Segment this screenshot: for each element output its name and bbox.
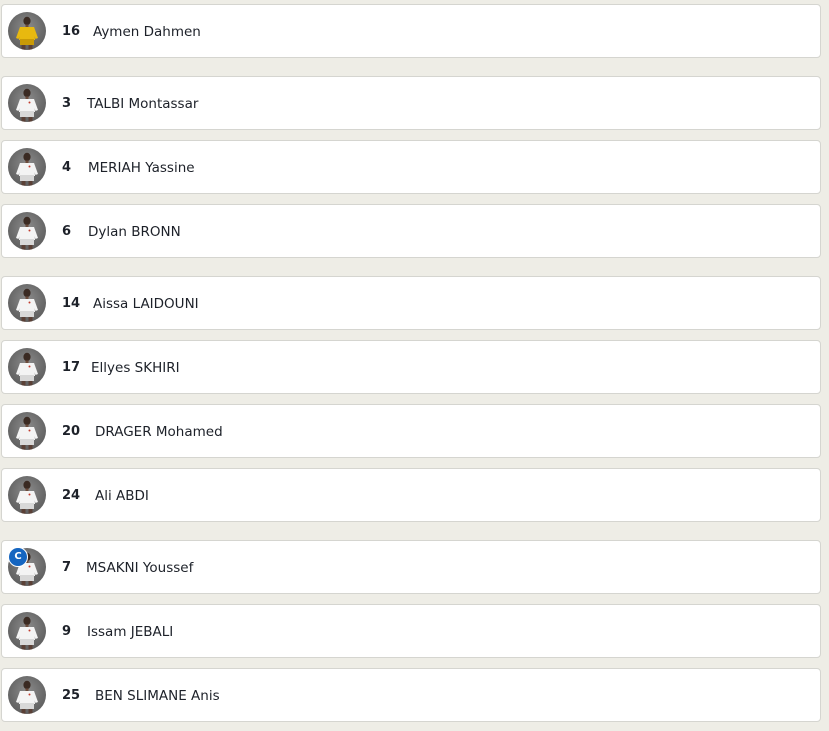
player-photo-icon (16, 88, 38, 122)
captain-badge: C (8, 547, 28, 567)
player-name: Ellyes SKHIRI (91, 360, 180, 376)
player-avatar (8, 612, 46, 650)
player-row[interactable]: 9 Issam JEBALI (1, 604, 821, 658)
player-row[interactable]: 3 TALBI Montassar (1, 76, 821, 130)
player-name: Aissa LAIDOUNI (93, 296, 199, 312)
player-photo-icon (16, 288, 38, 322)
player-row[interactable]: 24 Ali ABDI (1, 468, 821, 522)
player-row[interactable]: 25 BEN SLIMANE Anis (1, 668, 821, 722)
shirt-number: 9 (62, 624, 72, 639)
player-row-captain[interactable]: C 7 MSAKNI Youssef (1, 540, 821, 594)
shirt-number: 4 (62, 160, 72, 175)
shirt-number: 16 (62, 24, 81, 39)
player-photo-icon (16, 152, 38, 186)
player-name: Dylan BRONN (88, 224, 181, 240)
player-name: MERIAH Yassine (88, 160, 195, 176)
player-avatar (8, 676, 46, 714)
player-row[interactable]: 6 Dylan BRONN (1, 204, 821, 258)
player-avatar (8, 476, 46, 514)
player-avatar (8, 212, 46, 250)
player-row[interactable]: 17 Ellyes SKHIRI (1, 340, 821, 394)
shirt-number: 6 (62, 224, 72, 239)
player-photo-icon (16, 216, 38, 250)
player-photo-icon (16, 680, 38, 714)
shirt-number: 17 (62, 360, 81, 375)
player-row[interactable]: 20 DRAGER Mohamed (1, 404, 821, 458)
shirt-number: 3 (62, 96, 72, 111)
player-name: BEN SLIMANE Anis (95, 688, 220, 704)
shirt-number: 7 (62, 560, 72, 575)
player-name: Aymen Dahmen (93, 24, 201, 40)
player-avatar (8, 412, 46, 450)
player-name: DRAGER Mohamed (95, 424, 223, 440)
player-avatar (8, 348, 46, 386)
player-row[interactable]: 14 Aissa LAIDOUNI (1, 276, 821, 330)
player-name: TALBI Montassar (87, 96, 199, 112)
player-name: MSAKNI Youssef (86, 560, 194, 576)
player-row[interactable]: 4 MERIAH Yassine (1, 140, 821, 194)
player-row-goalkeeper[interactable]: 16 Aymen Dahmen (1, 4, 821, 58)
shirt-number: 24 (62, 488, 81, 503)
player-name: Issam JEBALI (87, 624, 174, 640)
shirt-number: 25 (62, 688, 81, 703)
player-avatar (8, 148, 46, 186)
shirt-number: 14 (62, 296, 81, 311)
shirt-number: 20 (62, 424, 81, 439)
player-avatar (8, 284, 46, 322)
player-photo-icon (16, 416, 38, 450)
player-photo-icon (16, 16, 38, 50)
player-name: Ali ABDI (95, 488, 149, 504)
player-avatar (8, 12, 46, 50)
player-avatar (8, 84, 46, 122)
player-photo-icon (16, 480, 38, 514)
player-photo-icon (16, 352, 38, 386)
player-photo-icon (16, 616, 38, 650)
